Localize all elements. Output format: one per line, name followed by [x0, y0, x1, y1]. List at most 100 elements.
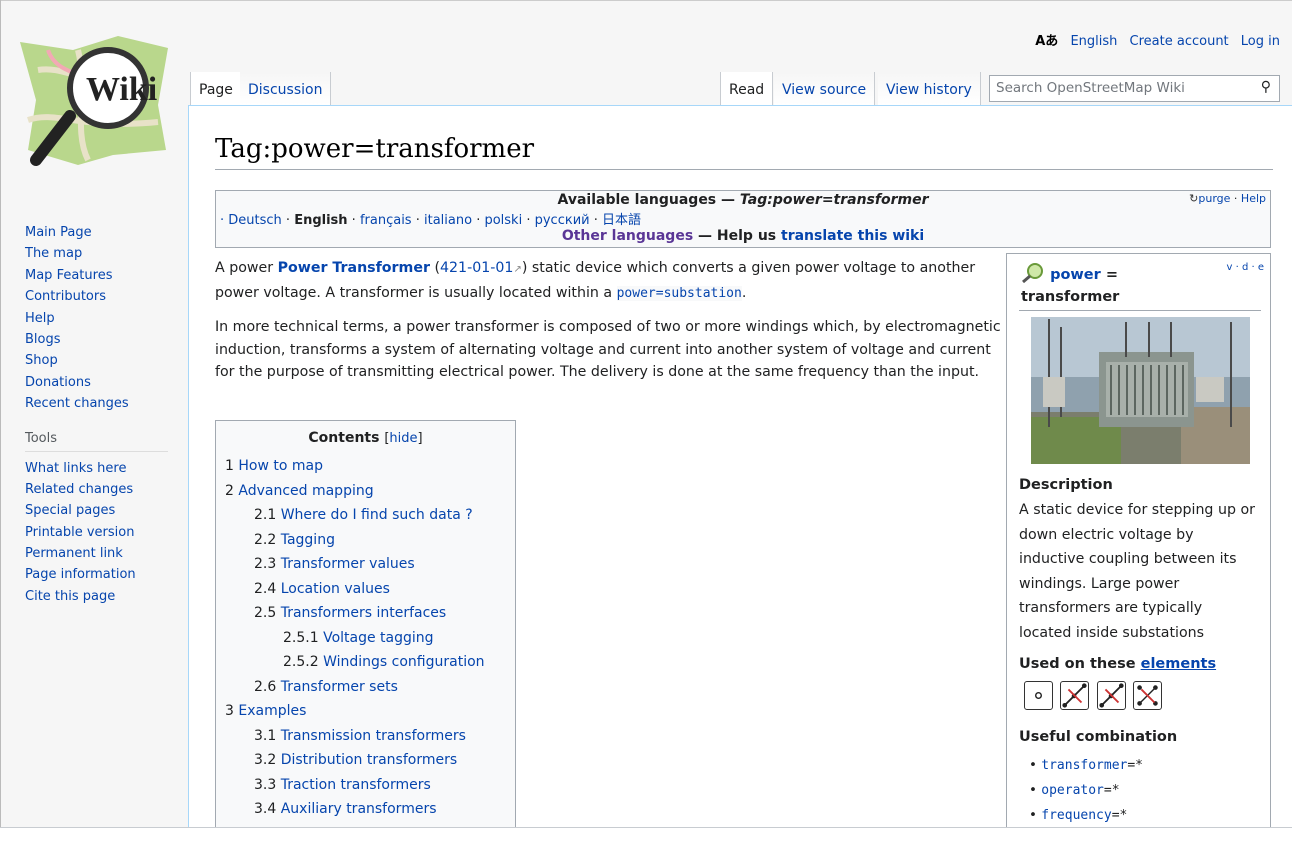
purge-link[interactable]: purge — [1198, 192, 1230, 205]
other-languages: Other languages — Help us translate this… — [216, 228, 1270, 244]
sidebar-item-map-features[interactable]: Map Features — [25, 265, 185, 286]
element-icons — [1024, 681, 1165, 710]
toc-link[interactable]: Location values — [281, 581, 390, 597]
toc-item[interactable]: 2.5 Transformers interfaces — [216, 601, 515, 626]
toc-item[interactable]: 3 Examples — [216, 699, 515, 724]
infobox-vde-links[interactable]: v · d · e — [1227, 262, 1265, 273]
sidebar-item-page-information[interactable]: Page information — [25, 564, 185, 585]
toc-item[interactable]: 2.4 Location values — [216, 577, 515, 602]
tab-page[interactable]: Page — [190, 72, 242, 105]
toc-hide-toggle[interactable]: hide — [389, 431, 417, 446]
power-transformer-link[interactable]: Power Transformer — [278, 260, 430, 276]
language-icon[interactable]: Aあ — [1035, 34, 1058, 49]
tab-read[interactable]: Read — [720, 72, 774, 105]
sidebar-item-what-links-here[interactable]: What links here — [25, 458, 185, 479]
toc-item[interactable]: 3.2 Distribution transformers — [216, 748, 515, 773]
toc-link[interactable]: Transformers interfaces — [281, 605, 446, 621]
sidebar-item-contributors[interactable]: Contributors — [25, 286, 185, 307]
combo-tag-frequency[interactable]: frequency — [1041, 808, 1111, 823]
combo-tag-transformer[interactable]: transformer — [1041, 758, 1127, 773]
infobox-key-link[interactable]: power — [1050, 267, 1101, 283]
tab-view-source[interactable]: View source — [774, 72, 876, 105]
window-top-border — [0, 0, 1292, 1]
sidebar-item-shop[interactable]: Shop — [25, 350, 185, 371]
sidebar-item-permanent-link[interactable]: Permanent link — [25, 543, 185, 564]
toc-item[interactable]: 2.1 Where do I find such data ? — [216, 503, 515, 528]
toc-link[interactable]: Where do I find such data ? — [281, 507, 473, 523]
way-icon — [1060, 681, 1090, 710]
toc-link[interactable]: Transmission transformers — [281, 728, 466, 744]
combo-suffix: =* — [1111, 808, 1128, 823]
sidebar-item-donations[interactable]: Donations — [25, 372, 185, 393]
tab-view-history[interactable]: View history — [878, 72, 981, 105]
sidebar-item-related-changes[interactable]: Related changes — [25, 479, 185, 500]
toc-item[interactable]: 2.2 Tagging — [216, 528, 515, 553]
search-icon[interactable]: ⚲ — [1261, 79, 1271, 95]
infobox-equals: = — [1100, 267, 1118, 283]
toc-item[interactable]: 2.3 Transformer values — [216, 552, 515, 577]
search-input[interactable]: Search OpenStreetMap Wiki ⚲ — [989, 75, 1280, 102]
toc-item[interactable]: 2.5.2 Windings configuration — [216, 650, 515, 675]
toc-item[interactable]: 2.5.1 Voltage tagging — [216, 626, 515, 651]
technical-paragraph: In more technical terms, a power transfo… — [215, 319, 1001, 380]
toc-number: 3.3 — [254, 776, 281, 793]
toc-link[interactable]: Traction transformers — [281, 777, 431, 793]
toc-number: 1 — [225, 458, 239, 474]
sidebar: Main Page The map Map Features Contribut… — [25, 222, 185, 607]
toc-item[interactable]: 3.4 Auxiliary transformers — [216, 797, 515, 822]
list-item: • frequency=* — [1029, 807, 1128, 823]
toc-link[interactable]: Distribution transformers — [281, 752, 457, 768]
language-separator: · — [589, 213, 603, 228]
toc-item[interactable]: 3.1 Transmission transformers — [216, 724, 515, 749]
sidebar-item-the-map[interactable]: The map — [25, 243, 185, 264]
sidebar-item-help[interactable]: Help — [25, 308, 185, 329]
translate-link[interactable]: translate this wiki — [781, 228, 924, 244]
sidebar-item-printable-version[interactable]: Printable version — [25, 522, 185, 543]
toc-title: Contents — [308, 430, 380, 446]
toc-link[interactable]: Voltage tagging — [323, 630, 433, 646]
language-link-6[interactable]: 日本語 — [602, 213, 641, 228]
toc-link[interactable]: Auxiliary transformers — [281, 801, 437, 817]
combo-suffix: =* — [1103, 783, 1120, 798]
toc-link[interactable]: Windings configuration — [323, 654, 484, 670]
wiki-logo[interactable]: Wiki — [18, 30, 168, 180]
sidebar-item-blogs[interactable]: Blogs — [25, 329, 185, 350]
toc-item[interactable]: 1 How to map — [216, 454, 515, 479]
help-us-text: — Help us — [693, 228, 781, 244]
intro-text-d: . — [741, 284, 747, 301]
language-separator: · — [411, 213, 424, 228]
language-link[interactable]: English — [1070, 34, 1117, 49]
language-link-0[interactable]: Deutsch — [228, 213, 282, 228]
language-link-2[interactable]: français — [360, 213, 412, 228]
toc-link[interactable]: Advanced mapping — [238, 483, 373, 499]
other-languages-link[interactable]: Other languages — [562, 228, 693, 244]
toc-item[interactable]: 2.6 Transformer sets — [216, 675, 515, 700]
elements-link[interactable]: elements — [1141, 656, 1216, 672]
toc-link[interactable]: Transformer values — [281, 556, 415, 572]
toc-item[interactable]: 3.3 Traction transformers — [216, 773, 515, 798]
toc-number: 3.2 — [254, 752, 281, 768]
toc-number: 2.6 — [254, 678, 281, 695]
create-account-link[interactable]: Create account — [1130, 34, 1229, 49]
language-link-3[interactable]: italiano — [424, 213, 472, 228]
combo-tag-operator[interactable]: operator — [1041, 783, 1104, 798]
toc-link[interactable]: Tagging — [281, 532, 335, 548]
help-link[interactable]: Help — [1241, 192, 1266, 205]
language-link-5[interactable]: русский — [535, 213, 590, 228]
purge-help: ↻purge · Help — [1189, 192, 1266, 205]
toc-item[interactable]: 2 Advanced mapping — [216, 479, 515, 504]
page-title: Tag:power=transformer — [215, 134, 535, 164]
toc-link[interactable]: Examples — [238, 703, 306, 719]
sidebar-item-recent-changes[interactable]: Recent changes — [25, 393, 185, 414]
login-link[interactable]: Log in — [1241, 34, 1280, 49]
toc-link[interactable]: How to map — [238, 458, 323, 474]
transformer-photo[interactable] — [1031, 317, 1250, 464]
language-link-4[interactable]: polski — [484, 213, 522, 228]
sidebar-item-special-pages[interactable]: Special pages — [25, 500, 185, 521]
substation-tag-link[interactable]: power=substation — [616, 285, 742, 301]
sidebar-item-main-page[interactable]: Main Page — [25, 222, 185, 243]
tab-discussion[interactable]: Discussion — [240, 72, 332, 105]
sidebar-item-cite-this-page[interactable]: Cite this page — [25, 586, 185, 607]
toc-link[interactable]: Transformer sets — [281, 679, 398, 695]
iec-ref-link[interactable]: 421-01-01 — [440, 260, 513, 276]
